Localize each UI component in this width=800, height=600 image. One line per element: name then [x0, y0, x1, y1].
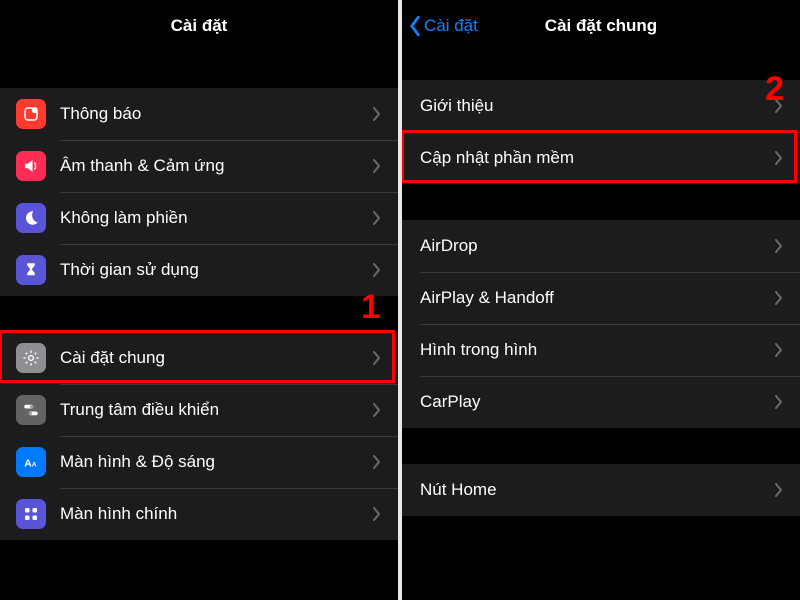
chevron-right-icon: [372, 262, 382, 278]
row-general[interactable]: Cài đặt chung: [0, 332, 398, 384]
row-home-button[interactable]: Nút Home: [402, 464, 800, 516]
row-label-carplay: CarPlay: [420, 392, 774, 412]
row-label-airplay: AirPlay & Handoff: [420, 288, 774, 308]
general-title: Cài đặt chung: [545, 16, 657, 36]
chevron-right-icon: [774, 394, 784, 410]
row-label-software-update: Cập nhật phần mềm: [420, 148, 774, 168]
chevron-right-icon: [774, 98, 784, 114]
general-header: Cài đặt Cài đặt chung: [402, 0, 800, 52]
row-label-about: Giới thiệu: [420, 96, 774, 116]
chevron-right-icon: [372, 158, 382, 174]
row-label-home-button: Nút Home: [420, 480, 774, 500]
row-label-control-center: Trung tâm điều khiển: [60, 400, 372, 420]
row-label-screen-time: Thời gian sử dụng: [60, 260, 372, 280]
gear-icon: [16, 343, 46, 373]
row-label-display: Màn hình & Độ sáng: [60, 452, 372, 472]
row-label-pip: Hình trong hình: [420, 340, 774, 360]
row-carplay[interactable]: CarPlay: [402, 376, 800, 428]
row-software-update[interactable]: Cập nhật phần mềm: [402, 132, 800, 184]
settings-main-panel: Cài đặt Thông báo Âm thanh & Cảm ứng Không…: [0, 0, 398, 600]
back-button[interactable]: Cài đặt: [408, 0, 478, 52]
row-control-center[interactable]: Trung tâm điều khiển: [0, 384, 398, 436]
chevron-left-icon: [408, 15, 422, 37]
svg-text:A: A: [32, 462, 37, 469]
row-notifications[interactable]: Thông báo: [0, 88, 398, 140]
row-label-notifications: Thông báo: [60, 104, 372, 124]
notifications-icon: [16, 99, 46, 129]
row-screen-time[interactable]: Thời gian sử dụng: [0, 244, 398, 296]
row-display[interactable]: AA Màn hình & Độ sáng: [0, 436, 398, 488]
sounds-icon: [16, 151, 46, 181]
toggles-icon: [16, 395, 46, 425]
row-airplay[interactable]: AirPlay & Handoff: [402, 272, 800, 324]
settings-general-panel: Cài đặt Cài đặt chung Giới thiệu Cập nhật…: [402, 0, 800, 600]
chevron-right-icon: [372, 350, 382, 366]
row-label-sounds: Âm thanh & Cảm ứng: [60, 156, 372, 176]
chevron-right-icon: [372, 210, 382, 226]
hourglass-icon: [16, 255, 46, 285]
apps-grid-icon: [16, 499, 46, 529]
chevron-right-icon: [774, 238, 784, 254]
row-about[interactable]: Giới thiệu: [402, 80, 800, 132]
settings-header: Cài đặt: [0, 0, 398, 52]
row-label-home-screen: Màn hình chính: [60, 504, 372, 524]
chevron-right-icon: [774, 150, 784, 166]
row-pip[interactable]: Hình trong hình: [402, 324, 800, 376]
text-size-icon: AA: [16, 447, 46, 477]
back-label: Cài đặt: [424, 16, 478, 36]
row-label-airdrop: AirDrop: [420, 236, 774, 256]
chevron-right-icon: [372, 454, 382, 470]
row-do-not-disturb[interactable]: Không làm phiền: [0, 192, 398, 244]
chevron-right-icon: [774, 290, 784, 306]
chevron-right-icon: [774, 482, 784, 498]
row-label-do-not-disturb: Không làm phiền: [60, 208, 372, 228]
chevron-right-icon: [372, 402, 382, 418]
moon-icon: [16, 203, 46, 233]
row-sounds[interactable]: Âm thanh & Cảm ứng: [0, 140, 398, 192]
settings-title: Cài đặt: [171, 16, 228, 36]
row-airdrop[interactable]: AirDrop: [402, 220, 800, 272]
row-home-screen[interactable]: Màn hình chính: [0, 488, 398, 540]
chevron-right-icon: [774, 342, 784, 358]
chevron-right-icon: [372, 506, 382, 522]
chevron-right-icon: [372, 106, 382, 122]
row-label-general: Cài đặt chung: [60, 348, 372, 368]
